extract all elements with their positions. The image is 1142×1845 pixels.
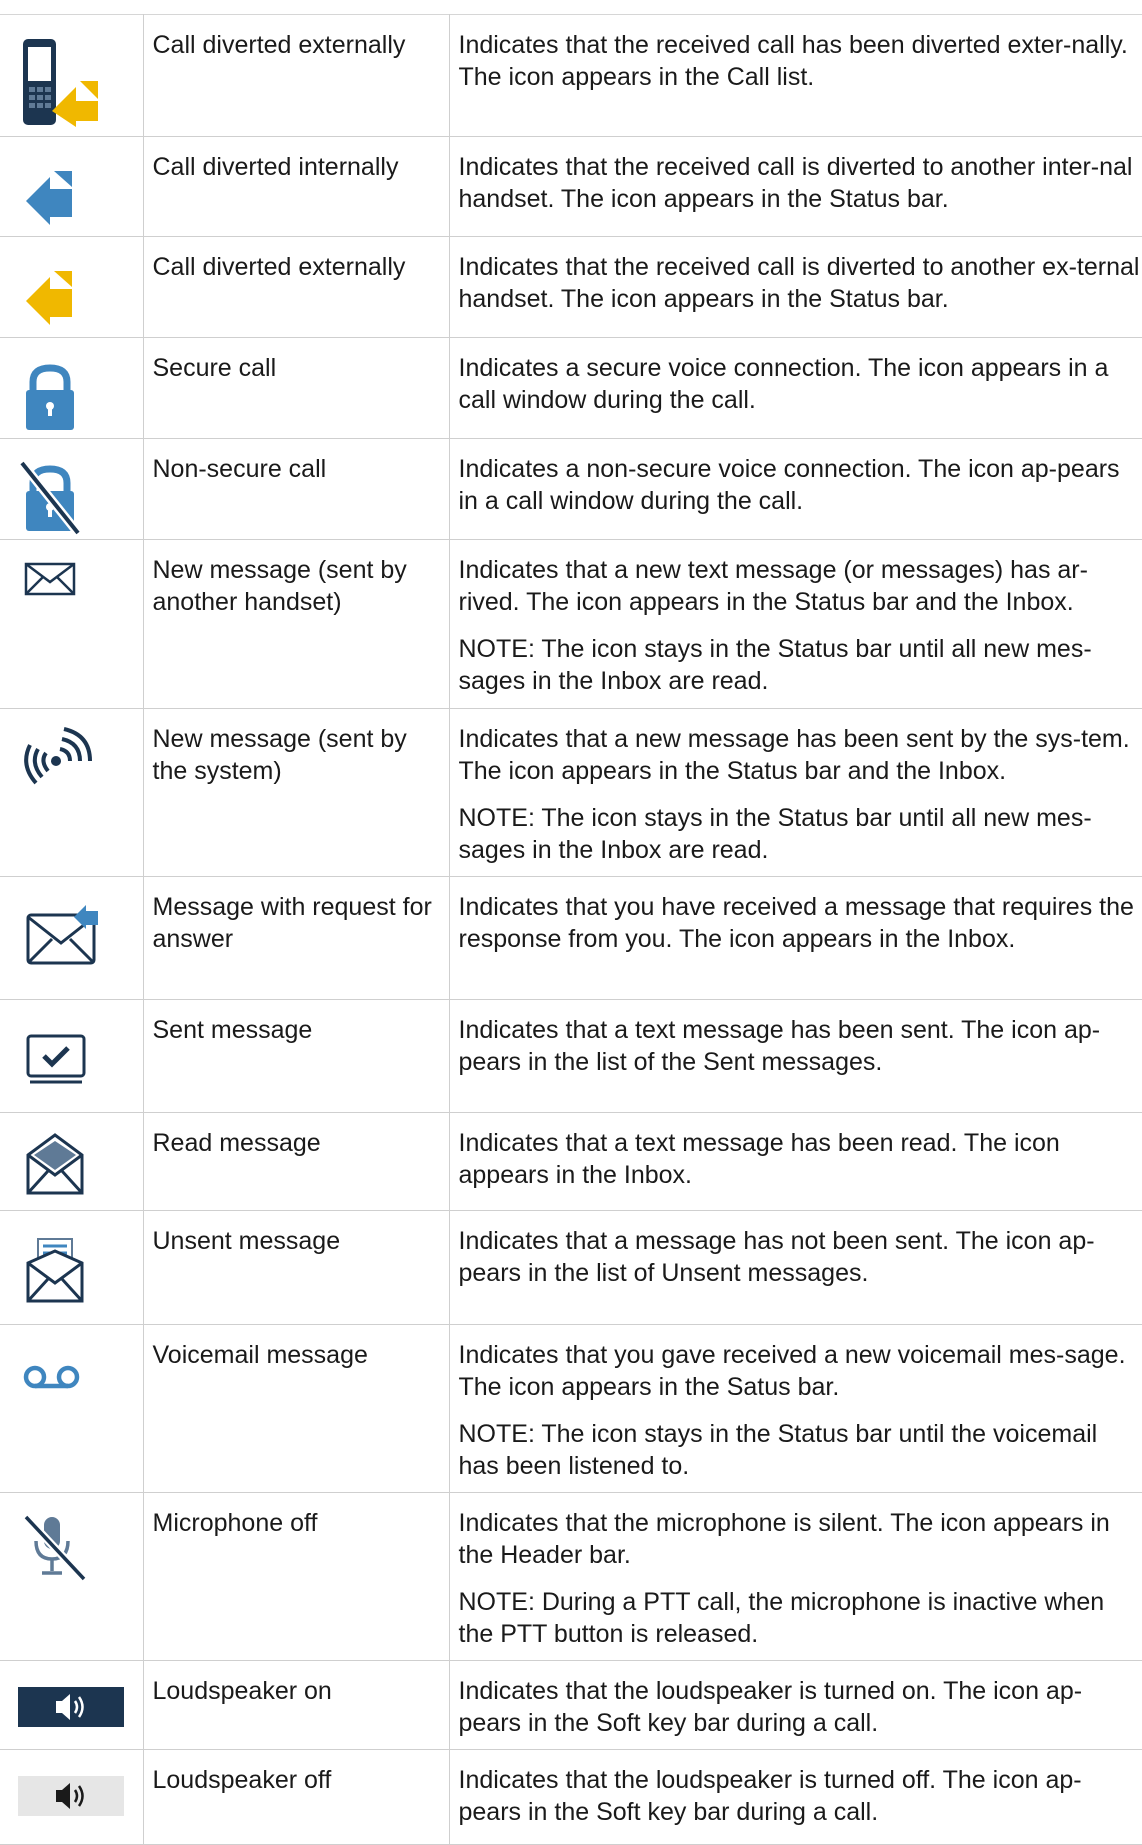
icon-description: Indicates that the microphone is silent.… [459,1507,1142,1571]
divert-internal-arrow-icon [0,137,143,237]
icon-description: Indicates that the received call has bee… [459,29,1142,93]
table-row: Read message Indicates that a text messa… [0,1113,1142,1211]
icon-description: Indicates that the received call is dive… [459,151,1142,215]
icon-table: Call diverted externally Indicates that … [0,14,1142,1845]
loudspeaker-on-icon [0,1661,143,1749]
icon-note: NOTE: The icon stays in the Status bar u… [459,802,1142,866]
table-row: Call diverted externally Indicates that … [0,237,1142,338]
table-row: Loudspeaker off Indicates that the louds… [0,1750,1142,1845]
envelope-unsent-icon [0,1211,143,1325]
icon-note: NOTE: The icon stays in the Status bar u… [459,633,1142,697]
phone-divert-external-icon [0,15,143,137]
broadcast-icon [0,709,143,877]
icon-note: NOTE: The icon stays in the Status bar u… [459,1418,1142,1482]
loudspeaker-off-icon [0,1750,143,1845]
divert-external-arrow-icon [0,237,143,338]
icon-description: Indicates a secure voice connection. The… [459,352,1142,416]
icon-description: Indicates a non-secure voice connection.… [459,453,1142,517]
icon-name: Read message [153,1127,440,1159]
icon-note: NOTE: During a PTT call, the microphone … [459,1586,1142,1650]
icon-name: Non-secure call [153,453,440,485]
table-row: Call diverted internally Indicates that … [0,137,1142,237]
icon-description: Indicates that a new text message (or me… [459,554,1142,618]
icon-name: Sent message [153,1014,440,1046]
icon-name: Loudspeaker on [153,1675,440,1707]
table-row: Message with request for answer Indicate… [0,877,1142,1000]
icon-name: Call diverted internally [153,151,440,183]
table-row: Loudspeaker on Indicates that the loudsp… [0,1661,1142,1750]
microphone-off-icon [0,1493,143,1661]
sent-check-icon [0,1000,143,1113]
icon-description: Indicates that you have received a messa… [459,891,1142,955]
envelope-open-icon [0,1113,143,1211]
table-row: Sent message Indicates that a text messa… [0,1000,1142,1113]
icon-description: Indicates that a message has not been se… [459,1225,1142,1289]
voicemail-icon [0,1325,143,1493]
icon-description: Indicates that a text message has been r… [459,1127,1142,1191]
icon-name: New message (sent by the system) [153,723,440,787]
icon-description: Indicates that the loudspeaker is turned… [459,1675,1142,1739]
table-row: New message (sent by another handset) In… [0,540,1142,709]
envelope-reply-icon [0,877,143,1000]
table-row: New message (sent by the system) Indicat… [0,709,1142,877]
envelope-icon [0,540,143,709]
icon-description: Indicates that you gave received a new v… [459,1339,1142,1403]
icon-name: Call diverted externally [153,251,440,283]
icon-description: Indicates that a text message has been s… [459,1014,1142,1078]
table-row: Unsent message Indicates that a message … [0,1211,1142,1325]
padlock-icon [0,338,143,439]
icon-name: Loudspeaker off [153,1764,440,1796]
icon-name: New message (sent by another handset) [153,554,440,618]
icon-name: Secure call [153,352,440,384]
table-row: Call diverted externally Indicates that … [0,15,1142,137]
icon-name: Message with request for answer [153,891,440,955]
icon-name: Voicemail message [153,1339,440,1371]
table-row: Microphone off Indicates that the microp… [0,1493,1142,1661]
icon-name: Microphone off [153,1507,440,1539]
padlock-crossed-icon [0,439,143,540]
icon-description: Indicates that the received call is dive… [459,251,1142,315]
table-row: Voicemail message Indicates that you gav… [0,1325,1142,1493]
table-row: Secure call Indicates a secure voice con… [0,338,1142,439]
icon-description: Indicates that the loudspeaker is turned… [459,1764,1142,1828]
table-row: Non-secure call Indicates a non-secure v… [0,439,1142,540]
icon-name: Unsent message [153,1225,440,1257]
icon-description: Indicates that a new message has been se… [459,723,1142,787]
icon-name: Call diverted externally [153,29,440,61]
